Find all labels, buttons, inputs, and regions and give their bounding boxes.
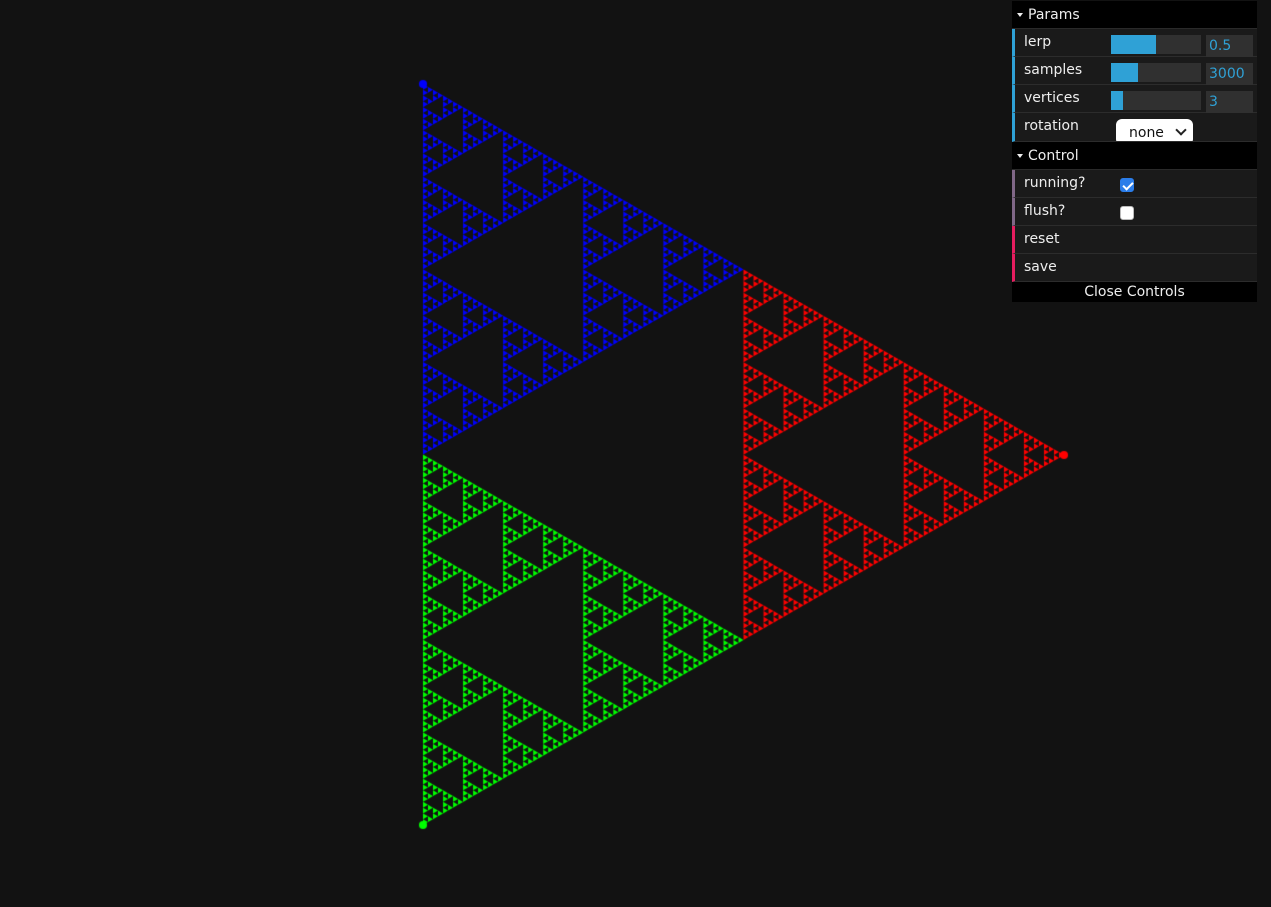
lerp-slider-fill [1111,35,1156,54]
running-checkbox[interactable] [1120,178,1134,192]
vertices-slider-fill [1111,91,1123,110]
rotation-select-value: none [1129,125,1164,141]
params-folder-title[interactable]: Params [1012,1,1257,29]
flush-label: flush? [1024,203,1066,219]
samples-controller: samples 3000 [1012,57,1257,85]
lerp-slider[interactable] [1111,35,1201,54]
samples-slider-fill [1111,63,1138,82]
rotation-select[interactable]: none [1116,119,1193,141]
samples-label: samples [1024,62,1083,78]
rotation-controller: rotation none [1012,113,1257,142]
samples-slider[interactable] [1111,63,1201,82]
flush-controller: flush? [1012,198,1257,226]
chevron-down-icon [1175,124,1187,136]
lerp-controller: lerp 0.5 [1012,29,1257,57]
save-label: save [1024,259,1057,275]
save-button[interactable]: save [1012,254,1257,282]
vertices-slider[interactable] [1111,91,1201,110]
params-folder-label: Params [1028,7,1080,23]
reset-button[interactable]: reset [1012,226,1257,254]
samples-input[interactable]: 3000 [1206,63,1253,85]
lerp-label: lerp [1024,34,1052,50]
controls-panel: Params lerp 0.5 samples 3000 vertices 3 … [1012,1,1257,302]
close-controls-button[interactable]: Close Controls [1012,282,1257,302]
vertices-label: vertices [1024,90,1080,106]
rotation-label: rotation [1024,118,1079,134]
control-folder-label: Control [1028,148,1079,164]
running-label: running? [1024,175,1086,191]
control-folder-title[interactable]: Control [1012,142,1257,170]
caret-down-icon [1017,154,1023,158]
lerp-input[interactable]: 0.5 [1206,35,1253,57]
checkmark-icon [1122,179,1134,191]
flush-checkbox[interactable] [1120,206,1134,220]
reset-label: reset [1024,231,1060,247]
vertices-controller: vertices 3 [1012,85,1257,113]
running-controller: running? [1012,170,1257,198]
vertices-input[interactable]: 3 [1206,91,1253,113]
caret-down-icon [1017,13,1023,17]
